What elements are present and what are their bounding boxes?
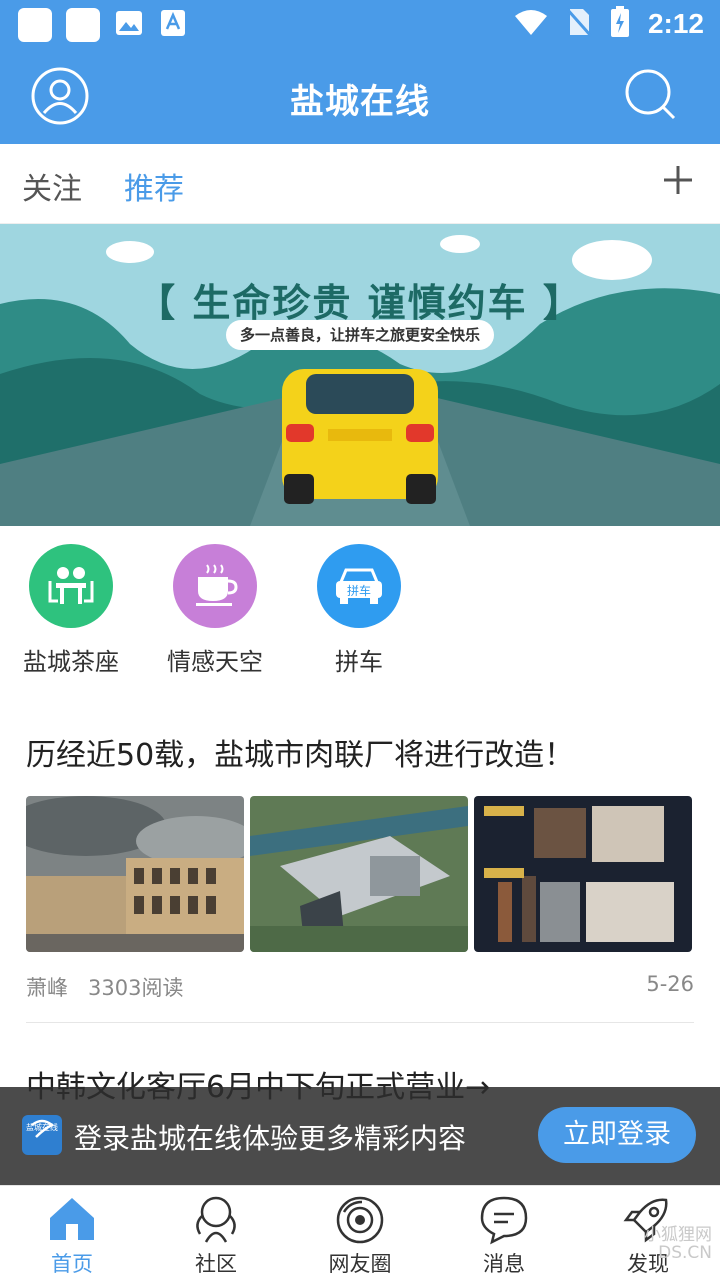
watermark: 小狐狸网 DS.CN [644,1226,712,1262]
search-button[interactable] [622,66,682,126]
divider [26,1022,694,1023]
nav-label: 首页 [51,1252,93,1276]
friends-circle-icon [334,1194,386,1246]
banner-title: 【 生命珍贵 谨慎约车 】 [137,281,583,325]
app-logo: 盐城在线 [22,1115,62,1155]
nav-friends-circle[interactable]: 网友圈 [288,1194,432,1278]
quick-link-label: 拼车 [335,648,383,676]
status-bar: 2:12 [0,0,720,48]
home-icon [46,1194,98,1246]
nav-home[interactable]: 首页 [0,1194,144,1278]
tab-recommend[interactable]: 推荐 [124,164,184,208]
nav-label: 社区 [195,1252,237,1276]
status-time: 2:12 [647,8,704,39]
watermark-line: DS.CN [658,1243,712,1263]
nav-community[interactable]: 社区 [144,1194,288,1278]
article-meta: 萧峰 3303阅读 5-26 [26,972,694,1002]
article-thumbnail [250,796,468,952]
article-title: 历经近50载，盐城市肉联厂将进行改造！ [26,738,575,773]
quick-link-carpool[interactable]: 拼车 拼车 [304,544,414,677]
image-icon [114,8,144,38]
quick-links: 盐城茶座 情感天空 拼车 拼车 [0,540,720,680]
quick-link-emotion[interactable]: 情感天空 [160,544,270,677]
channel-tabs: 关注 推荐 [0,144,720,224]
coffee-cup-icon [173,544,257,628]
car-icon: 拼车 [317,544,401,628]
battery-charging-icon [610,6,630,42]
notification-icon [18,8,52,42]
banner-image [0,224,720,526]
article-thumbnail [26,796,244,952]
quick-link-label: 情感天空 [167,648,263,676]
app-header: 盐城在线 [0,48,720,144]
banner-carousel[interactable]: 【 生命珍贵 谨慎约车 】 多一点善良，让拼车之旅更安全快乐 [0,224,720,526]
no-sim-icon [565,7,593,41]
banner-subtitle: 多一点善良，让拼车之旅更安全快乐 [226,320,494,350]
nav-label: 网友圈 [328,1252,392,1276]
login-prompt-bar: 盐城在线 登录盐城在线体验更多精彩内容 立即登录 [0,1087,720,1185]
login-button[interactable]: 立即登录 [538,1107,696,1163]
search-icon [625,69,676,120]
article-date: 5-26 [646,972,694,996]
nav-label: 消息 [483,1252,525,1276]
notification-icon [66,8,100,42]
quick-link-label: 盐城茶座 [23,648,119,676]
app-screen: 2:12 盐城在线 关注 推荐 【 生命珍贵 谨慎约车 】 多一点善良，让拼车之… [0,0,720,1280]
tab-follow[interactable]: 关注 [22,164,82,208]
quick-link-teahouse[interactable]: 盐城茶座 [16,544,126,677]
teahouse-icon [29,544,113,628]
community-icon [190,1194,242,1246]
article-card[interactable]: 历经近50载，盐城市肉联厂将进行改造！ 萧峰 3303阅读 5-26 [26,730,694,1002]
add-channel-button[interactable] [658,160,698,200]
wifi-icon [514,8,548,40]
watermark-line: 小狐狸网 [644,1225,712,1245]
car-icon-text: 拼车 [347,583,371,598]
article-thumbnail [474,796,692,952]
app-title: 盐城在线 [290,82,430,122]
article-read-count: 3303阅读 [88,976,184,1000]
font-icon [158,8,188,38]
message-bubble-icon [478,1194,530,1246]
article-author: 萧峰 [26,976,68,1000]
bottom-navigation: 首页 社区 网友圈 消息 发现 小狐狸网 DS.CN [0,1185,720,1280]
plus-icon [664,166,692,194]
app-logo-text: 盐城在线 [26,1123,58,1132]
nav-messages[interactable]: 消息 [432,1194,576,1278]
login-prompt-text: 登录盐城在线体验更多精彩内容 [74,1122,467,1155]
